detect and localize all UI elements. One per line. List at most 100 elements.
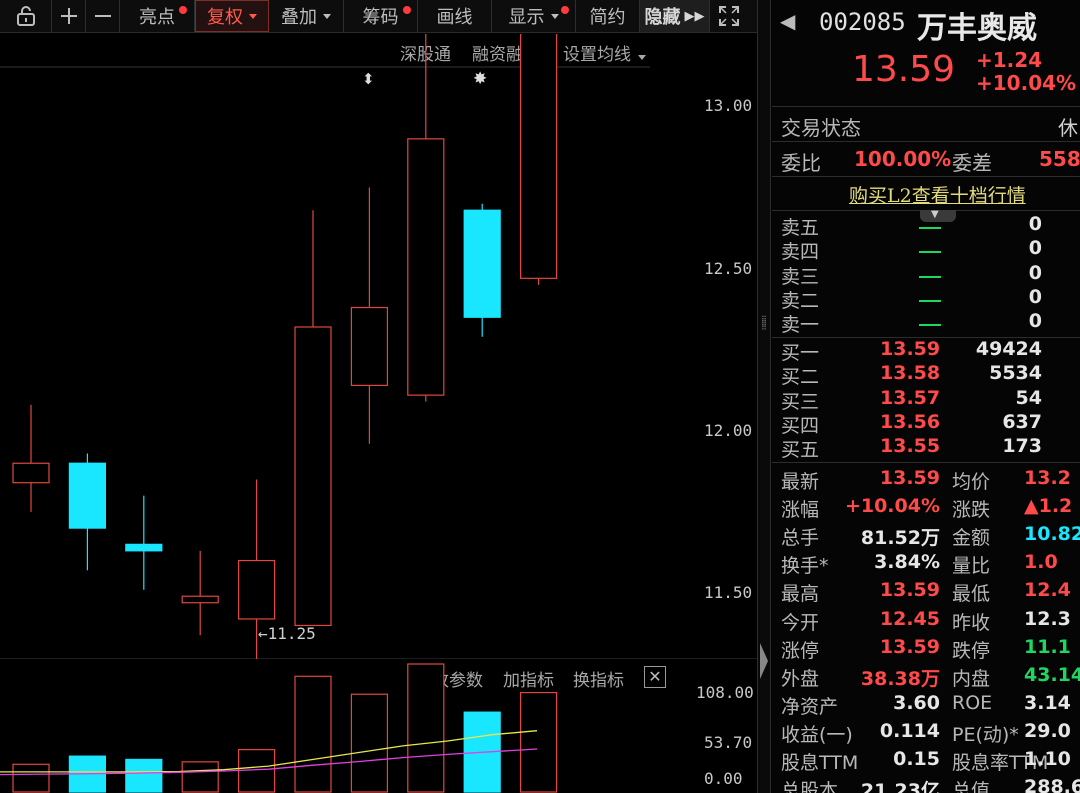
buy-price: 13.59 (880, 338, 941, 360)
stat-label: 最低 (952, 583, 991, 606)
price-change: +1.24 (976, 48, 1043, 72)
expand-tab[interactable]: ▼ (920, 209, 956, 222)
stat-value: 11.1 (1024, 635, 1071, 658)
back-arrow-icon[interactable]: ◀ (780, 9, 795, 33)
chart-toolbar: 亮点 复权 叠加 筹码 画线 显示 简约 隐藏 ▶▶ (0, 0, 757, 33)
volume-bar[interactable] (294, 675, 332, 793)
display-dropdown[interactable]: 显示 (492, 0, 576, 32)
volume-bar[interactable] (519, 691, 558, 793)
candle-body (125, 543, 163, 552)
stat-label: 涨跌 (952, 499, 991, 522)
plus-icon (60, 8, 77, 24)
simple-button[interactable]: 简约 (576, 0, 640, 32)
candle[interactable] (125, 495, 163, 590)
arrow-left-icon: ← (258, 624, 268, 643)
stat-value: 13.59 (879, 467, 940, 489)
stat-value: +10.04% (844, 495, 940, 518)
stat-value: 43.14 (1024, 663, 1080, 686)
stat-label: 总手 (781, 527, 820, 550)
stat-label: 涨停 (781, 639, 820, 662)
stat-value: 3.14 (1024, 691, 1071, 714)
candle[interactable] (181, 550, 219, 636)
flat-dash (919, 299, 941, 302)
volume-bar[interactable] (350, 693, 388, 793)
buy-price: 13.57 (880, 386, 941, 409)
price-chart[interactable] (0, 34, 757, 659)
stat-label: 最新 (781, 471, 820, 493)
candle-body (294, 326, 332, 627)
candle[interactable] (68, 453, 107, 571)
candle-body (463, 209, 501, 318)
zoom-in-button[interactable] (52, 0, 86, 32)
flat-dash (919, 324, 941, 327)
stat-label: 金额 (952, 527, 991, 550)
buy-level-label: 买二 (781, 366, 820, 389)
hide-button[interactable]: 隐藏 ▶▶ (640, 0, 710, 32)
collapse-arrow-icon[interactable] (760, 643, 768, 679)
stat-value: 38.38万 (860, 667, 940, 690)
candle-body (181, 595, 219, 604)
draw-label: 画线 (436, 7, 473, 28)
stat-value: 1.0 (1024, 551, 1058, 574)
volume-tick-label: 53.70 (704, 733, 753, 752)
volume-bar[interactable] (12, 763, 50, 793)
buy-volume: 637 (1002, 410, 1042, 433)
buy-level-label: 买三 (781, 390, 820, 413)
stat-value: ▲1.2 (1024, 495, 1073, 518)
buy-volume: 54 (1015, 386, 1042, 409)
fullscreen-icon (719, 6, 739, 26)
buy-volume: 5534 (989, 362, 1042, 385)
stock-name: 万丰奥威 (917, 11, 1037, 46)
candle-body (238, 559, 276, 620)
order-diff-label: 委差 (952, 151, 992, 175)
buy-volume: 173 (1002, 435, 1042, 458)
fullscreen-button[interactable] (710, 0, 748, 32)
zoom-out-button[interactable] (86, 0, 120, 32)
order-diff-value: 5582 (1039, 147, 1080, 171)
volume-bars-group (0, 663, 558, 793)
stat-value: 0.15 (893, 748, 940, 770)
candle-body (407, 138, 445, 396)
candle[interactable] (294, 210, 332, 627)
lock-button[interactable] (0, 0, 52, 32)
volume-chart[interactable] (0, 661, 757, 793)
unlock-icon (16, 6, 35, 26)
volume-bar[interactable] (181, 761, 219, 793)
sell-level-label: 卖二 (781, 289, 820, 312)
chips-button[interactable]: 筹码 (344, 0, 418, 32)
stat-value: 21.23亿 (860, 780, 940, 793)
stat-value: 13.59 (879, 579, 940, 602)
volume-bar[interactable] (125, 758, 163, 793)
stat-label: 内盘 (952, 667, 991, 690)
candle-body (12, 462, 50, 484)
sell-volume: 0 (1028, 285, 1042, 308)
adjust-label: 复权 (207, 7, 243, 28)
chevron-down-icon (323, 13, 331, 19)
sell-volume: 0 (1028, 213, 1042, 235)
stat-label: 总值 (952, 780, 991, 793)
stat-label: 股息TTM (781, 752, 859, 774)
candle[interactable] (519, 34, 558, 285)
volume-bar[interactable] (407, 663, 445, 793)
candle-body (68, 462, 107, 529)
stat-label: 收益(一) (781, 723, 853, 746)
stat-value: 3.84% (874, 551, 940, 574)
candle[interactable] (350, 187, 388, 444)
candle[interactable] (407, 34, 445, 402)
stat-label: 均价 (952, 471, 991, 493)
stat-value: 13.59 (879, 635, 940, 658)
l2-purchase-link[interactable]: 购买L2查看十档行情 (849, 181, 1026, 208)
overlay-dropdown[interactable]: 叠加 (269, 0, 344, 32)
highlights-button[interactable]: 亮点 (120, 0, 195, 32)
status-value: 休 (1058, 116, 1078, 140)
stat-value: 12.45 (879, 607, 940, 630)
adjust-dropdown[interactable]: 复权 (195, 0, 269, 32)
drag-handle-icon[interactable]: ⠿ ⠿ ⠿ (761, 316, 767, 332)
candle[interactable] (463, 203, 501, 337)
candle-body (519, 34, 558, 279)
draw-button[interactable]: 画线 (418, 0, 492, 32)
buy-price: 13.55 (880, 435, 941, 458)
candle[interactable] (12, 404, 50, 512)
stat-value: 3.60 (893, 691, 940, 714)
current-price: 13.59 (852, 49, 956, 90)
